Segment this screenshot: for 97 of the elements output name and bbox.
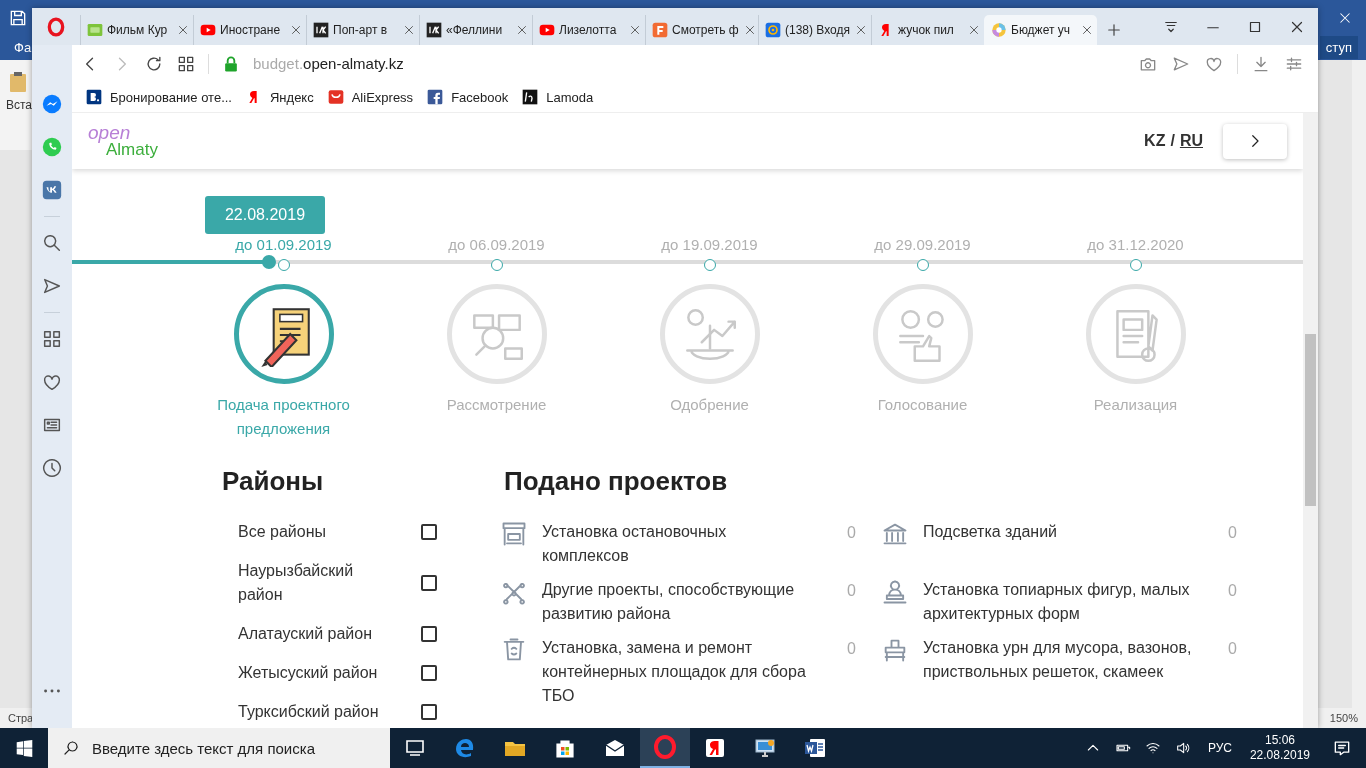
clock-date[interactable]: 22.08.2019 (1249, 748, 1310, 763)
clock-time[interactable]: 15:06 (1264, 733, 1295, 748)
address-field[interactable]: budget.open-almaty.kz (253, 55, 404, 72)
browser-tab[interactable]: Бюджет уч (984, 15, 1097, 45)
separator-text: / (1170, 132, 1175, 150)
checkbox[interactable] (421, 704, 437, 720)
close-icon[interactable] (176, 23, 190, 37)
browser-logo-icon (653, 735, 677, 759)
deadline-text: до 29.09.2019 (874, 237, 971, 253)
favicon-icon (200, 22, 216, 38)
close-icon[interactable] (628, 23, 642, 37)
category-label: Установка топиарных фигур, малых архитектурных форм (923, 580, 1191, 624)
ribbon-button[interactable]: ступ (1319, 36, 1358, 59)
favicon-icon (539, 22, 555, 38)
input-language[interactable]: РУС (1207, 741, 1232, 755)
district-label: Все районы (238, 522, 327, 542)
stage-label: Реализация (1092, 395, 1179, 415)
checkbox[interactable] (421, 626, 437, 642)
project-count: 0 (1228, 524, 1237, 542)
bookmark-icon[interactable] (427, 89, 444, 105)
timeline-node (916, 259, 929, 271)
ribbon-tab[interactable]: Фа (14, 40, 32, 55)
project-count: 0 (1228, 582, 1237, 600)
stage-label: Одобрение (669, 395, 750, 415)
language-link[interactable]: KZ (1144, 132, 1166, 150)
deadline-text: до 31.12.2020 (1087, 237, 1184, 253)
stage-label: Подача проектного предложения (216, 395, 351, 439)
section-heading: Подано проектов (504, 466, 729, 496)
district-label: Наурызбайский район (238, 561, 355, 605)
category-label: Подсветка зданий (923, 522, 1059, 542)
close-icon[interactable] (854, 23, 868, 37)
date-tooltip: 22.08.2019 (205, 196, 325, 234)
district-label: Турксибский район (238, 702, 380, 722)
project-count: 0 (1228, 640, 1237, 658)
district-label: Алатауский район (238, 624, 374, 644)
favicon-icon (313, 22, 329, 38)
wifi-icon[interactable] (1144, 740, 1161, 756)
language-link[interactable]: RU (1179, 132, 1203, 150)
category-label: Установка остановочных комплексов (542, 522, 728, 566)
favicon-icon (652, 22, 668, 38)
bookmark-icon[interactable] (522, 89, 539, 105)
close-icon[interactable] (1080, 23, 1094, 37)
category-label: Установка урн для мусора, вазонов, приствольных решеток, скамеек (923, 638, 1193, 682)
checkbox[interactable] (421, 575, 437, 591)
project-count: 0 (847, 640, 856, 658)
statue-icon (881, 578, 909, 606)
search-field[interactable]: Введите здесь текст для поиска (90, 738, 384, 758)
close-icon[interactable] (515, 23, 529, 37)
timeline-node (703, 259, 716, 271)
project-count: 0 (847, 582, 856, 600)
ribbon-label: Вста (6, 98, 33, 112)
checkbox[interactable] (421, 665, 437, 681)
windows-start-icon[interactable] (15, 739, 33, 757)
history-icon[interactable] (41, 457, 63, 479)
project-count: 0 (847, 524, 856, 542)
category-label: Другие проекты, способствующие развитию района (542, 580, 796, 624)
bus-stop-icon (500, 520, 528, 548)
favicon-icon (426, 22, 442, 38)
stage-label: Голосование (876, 395, 969, 415)
browser-logo-icon[interactable] (46, 15, 66, 38)
messenger-icon[interactable] (41, 93, 63, 115)
speed-dial-icon[interactable] (41, 328, 63, 350)
monitor-icon (753, 736, 777, 760)
stage-label: Рассмотрение (445, 395, 548, 415)
bookmark-link[interactable]: Facebook (451, 89, 509, 105)
document-app-icon (803, 736, 827, 760)
timeline-node (490, 259, 503, 271)
bookmark-link[interactable]: Lamoda (546, 89, 594, 105)
search-icon (62, 739, 80, 757)
volume-icon[interactable] (1174, 740, 1191, 756)
deadline-text: до 01.09.2019 (235, 237, 332, 253)
close-icon[interactable] (402, 23, 416, 37)
timeline-node (1129, 259, 1142, 271)
district-label: Жетысуский район (238, 663, 379, 683)
zoom-level: 150% (1329, 712, 1358, 724)
favicon-icon (765, 22, 781, 38)
bookmark-link[interactable]: AliExpress (351, 89, 414, 105)
favicon-icon (991, 22, 1007, 38)
checkbox[interactable] (421, 524, 437, 540)
status-text: Стра (8, 712, 34, 724)
search-box[interactable]: Введите здесь текст для поиска (48, 728, 390, 768)
browser-icon (703, 736, 727, 760)
vk-icon[interactable] (41, 179, 63, 201)
scrollbar-thumb[interactable] (1305, 334, 1316, 506)
close-icon[interactable] (289, 23, 303, 37)
bookmark-link[interactable]: Яндекс (270, 89, 314, 105)
favicon-icon (87, 22, 103, 38)
new-tab-icon[interactable] (1105, 21, 1123, 39)
bookmark-icon[interactable] (86, 89, 102, 105)
category-label: Установка, замена и ремонт контейнерных площадок для сбора ТБО (542, 638, 807, 706)
deadline-text: до 19.09.2019 (661, 237, 758, 253)
timeline-node (277, 259, 290, 271)
close-icon[interactable] (967, 23, 981, 37)
section-heading: Районы (222, 466, 325, 496)
bookmark-link[interactable]: Бронирование оте... (110, 89, 232, 105)
search-icon[interactable] (41, 232, 63, 254)
deadline-text: до 06.09.2019 (448, 237, 545, 253)
